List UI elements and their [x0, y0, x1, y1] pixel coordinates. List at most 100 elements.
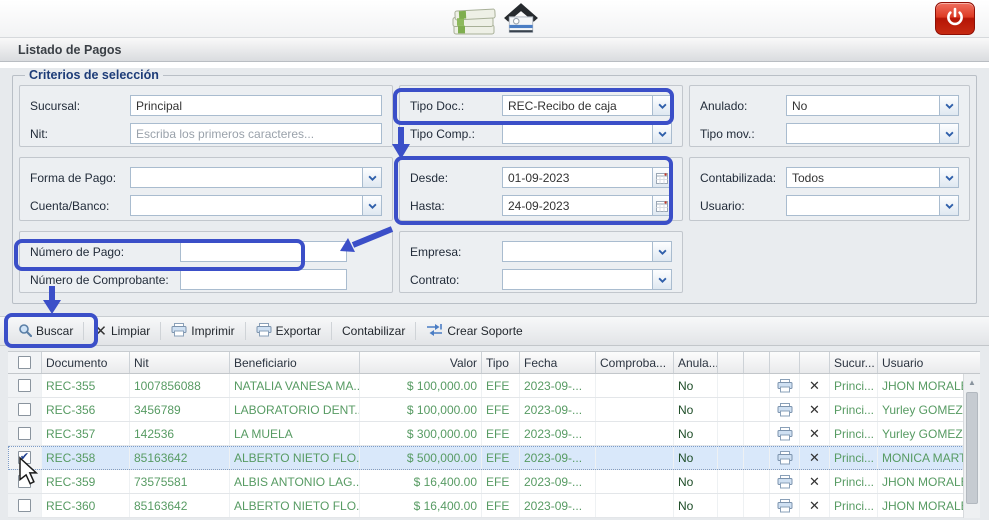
cell-tipo: EFE	[482, 422, 520, 445]
col-nit[interactable]: Nit	[130, 352, 230, 373]
row-checkbox[interactable]	[18, 427, 31, 440]
chevron-down-icon[interactable]	[939, 96, 958, 115]
toolbar-separator	[160, 322, 161, 340]
print-row-button[interactable]	[770, 422, 800, 445]
col-comprobante[interactable]: Comproba...	[596, 352, 674, 373]
print-icon	[777, 475, 793, 489]
export-icon	[256, 323, 272, 340]
nit-input[interactable]	[130, 123, 382, 144]
cell-anulado: No	[674, 470, 718, 493]
buscar-button[interactable]: Buscar	[10, 320, 81, 343]
delete-row-button[interactable]: ✕	[800, 470, 830, 493]
chevron-down-icon[interactable]	[362, 168, 381, 187]
delete-row-button[interactable]: ✕	[800, 398, 830, 421]
row-select-cell[interactable]	[8, 494, 42, 517]
table-row[interactable]: REC-3563456789LABORATORIO DENT...$ 100,0…	[8, 398, 980, 422]
col-usuario[interactable]: Usuario	[878, 352, 963, 373]
row-select-cell[interactable]	[8, 470, 42, 493]
contabilizada-select[interactable]: Todos	[786, 167, 959, 188]
cell-comprobante	[596, 374, 674, 397]
select-all-header[interactable]	[8, 352, 42, 373]
chevron-down-icon[interactable]	[652, 124, 671, 143]
cuenta-banco-select[interactable]	[130, 195, 382, 216]
cell-fecha: 2023-09-...	[520, 374, 596, 397]
row-checkbox[interactable]	[18, 475, 31, 488]
col-fecha[interactable]: Fecha	[520, 352, 596, 373]
print-row-button[interactable]	[770, 494, 800, 517]
crear-soporte-button[interactable]: Crear Soporte	[418, 320, 530, 343]
sucursal-input[interactable]	[130, 95, 382, 116]
row-select-cell[interactable]	[8, 446, 42, 469]
chevron-down-icon[interactable]	[652, 96, 671, 115]
anulado-select[interactable]: No	[786, 95, 959, 116]
table-row[interactable]: REC-35885163642ALBERTO NIETO FLO...$ 500…	[8, 446, 980, 470]
numero-comprobante-input[interactable]	[180, 269, 347, 290]
delete-row-button[interactable]: ✕	[800, 446, 830, 469]
tipo-mov-select[interactable]	[786, 123, 959, 144]
cell-comprobante	[596, 446, 674, 469]
desde-date-input[interactable]: 01-09-2023	[502, 167, 672, 188]
col-documento[interactable]: Documento	[42, 352, 130, 373]
table-row[interactable]: REC-357142536LA MUELA$ 300,000.00EFE2023…	[8, 422, 980, 446]
scrollbar-thumb[interactable]	[966, 392, 978, 504]
usuario-select[interactable]	[786, 195, 959, 216]
row-checkbox[interactable]	[18, 451, 31, 464]
cell-empty	[744, 494, 770, 517]
cell-tipo: EFE	[482, 494, 520, 517]
scroll-up-button[interactable]: ▲	[964, 374, 980, 391]
col-tipo[interactable]: Tipo	[482, 352, 520, 373]
vertical-scrollbar[interactable]: ▲	[963, 374, 980, 518]
calendar-icon[interactable]	[652, 168, 671, 187]
empresa-select[interactable]	[502, 241, 672, 262]
limpiar-button[interactable]: ✕ Limpiar	[86, 321, 158, 342]
print-row-button[interactable]	[770, 446, 800, 469]
tipo-comp-select[interactable]	[502, 123, 672, 144]
chevron-down-icon[interactable]	[939, 196, 958, 215]
forma-pago-select[interactable]	[130, 167, 382, 188]
contrato-select[interactable]	[502, 269, 672, 290]
col-beneficiario[interactable]: Beneficiario	[230, 352, 360, 373]
delete-row-button[interactable]: ✕	[800, 374, 830, 397]
chevron-down-icon[interactable]	[652, 242, 671, 261]
power-button[interactable]	[935, 2, 975, 35]
row-checkbox[interactable]	[18, 499, 31, 512]
table-row[interactable]: REC-3551007856088NATALIA VANESA MA...$ 1…	[8, 374, 980, 398]
calendar-icon[interactable]	[652, 196, 671, 215]
hasta-date-input[interactable]: 24-09-2023	[502, 195, 672, 216]
print-icon	[171, 323, 187, 340]
sucursal-label: Sucursal:	[30, 99, 130, 113]
contabilizar-button[interactable]: Contabilizar	[334, 321, 413, 341]
hasta-label: Hasta:	[410, 199, 502, 213]
row-select-cell[interactable]	[8, 374, 42, 397]
col-empty	[718, 352, 744, 373]
cell-valor: $ 100,000.00	[360, 398, 482, 421]
table-row[interactable]: REC-36085163642ALBERTO NIETO FLO...$ 16,…	[8, 494, 980, 518]
print-row-button[interactable]	[770, 374, 800, 397]
row-select-cell[interactable]	[8, 422, 42, 445]
row-select-cell[interactable]	[8, 398, 42, 421]
print-icon	[777, 379, 793, 393]
chevron-down-icon[interactable]	[362, 196, 381, 215]
chevron-down-icon[interactable]	[939, 124, 958, 143]
delete-row-button[interactable]: ✕	[800, 422, 830, 445]
row-checkbox[interactable]	[18, 403, 31, 416]
numero-comprobante-label: Número de Comprobante:	[30, 273, 180, 287]
col-sucursal[interactable]: Sucur...	[830, 352, 878, 373]
select-all-checkbox[interactable]	[18, 356, 31, 369]
delete-row-button[interactable]: ✕	[800, 494, 830, 517]
row-checkbox[interactable]	[18, 379, 31, 392]
table-row[interactable]: REC-35973575581ALBIS ANTONIO LAG...$ 16,…	[8, 470, 980, 494]
exportar-button[interactable]: Exportar	[248, 320, 329, 343]
col-valor[interactable]: Valor	[360, 352, 482, 373]
chevron-down-icon[interactable]	[939, 168, 958, 187]
print-row-button[interactable]	[770, 398, 800, 421]
col-anulado[interactable]: Anula...	[674, 352, 718, 373]
numero-pago-input[interactable]	[180, 241, 347, 262]
cell-anulado: No	[674, 422, 718, 445]
imprimir-button[interactable]: Imprimir	[163, 320, 242, 343]
tipo-doc-select[interactable]: REC-Recibo de caja	[502, 95, 672, 116]
chevron-down-icon[interactable]	[652, 270, 671, 289]
page-title-bar: Listado de Pagos	[0, 38, 989, 62]
print-row-button[interactable]	[770, 470, 800, 493]
money-stack-icon	[451, 1, 497, 40]
